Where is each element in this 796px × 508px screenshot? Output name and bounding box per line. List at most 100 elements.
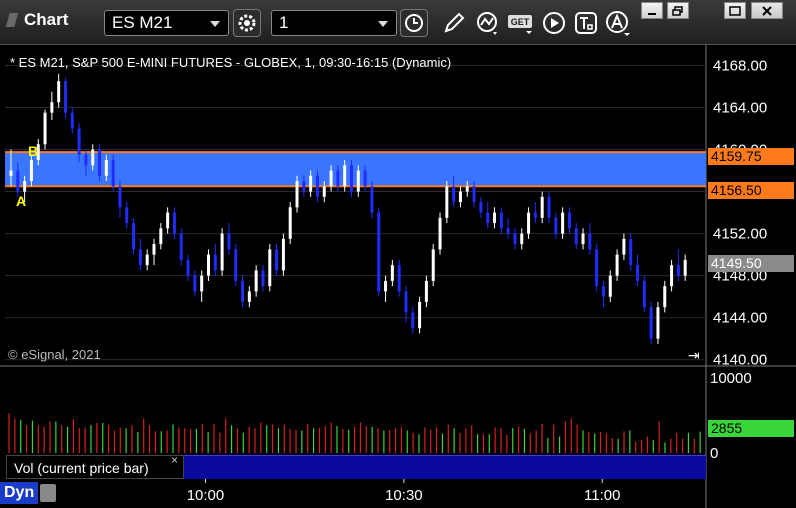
draw-tool-button[interactable] — [440, 9, 468, 37]
candle-body — [479, 202, 483, 213]
chevron-down-icon[interactable] — [378, 21, 388, 27]
lock-icon[interactable] — [40, 484, 57, 502]
candle-body — [547, 196, 551, 218]
time-tick-label: 10:00 — [187, 487, 225, 504]
candle-body — [23, 181, 27, 192]
candle-body — [213, 254, 217, 271]
volume-value-tag: 2855 — [708, 420, 794, 437]
candle-body — [70, 112, 74, 129]
window-title-text: Chart — [24, 10, 69, 29]
candle-body — [63, 81, 67, 113]
volume-tick-label: 0 — [710, 445, 718, 462]
candle-body — [9, 170, 13, 176]
candle-body — [513, 233, 517, 245]
candle-body — [145, 254, 149, 266]
candle-body — [493, 212, 497, 224]
candle-body — [220, 233, 224, 271]
candle-body — [343, 165, 347, 187]
candle-body — [438, 217, 442, 250]
get-data-button[interactable]: GET — [507, 9, 535, 37]
candle-body — [642, 280, 646, 308]
price-tick-label: 4140.00 — [713, 352, 767, 369]
symbol-value: ES M21 — [112, 13, 173, 32]
volume-pane-close-icon[interactable]: × — [171, 453, 178, 467]
candle-body — [567, 212, 571, 229]
close-icon — [762, 5, 772, 16]
candle-body — [336, 170, 340, 187]
candle-body — [186, 259, 190, 276]
candle-body — [241, 280, 245, 302]
time-tick-label: 10:30 — [385, 487, 423, 504]
candle-body — [540, 196, 544, 218]
maximize-button[interactable] — [724, 2, 746, 19]
text-icon — [575, 12, 597, 34]
settings-button[interactable] — [233, 9, 261, 37]
candle-body — [309, 175, 313, 192]
minimize-button[interactable] — [641, 2, 663, 19]
candle-body — [683, 259, 687, 276]
close-button[interactable] — [751, 2, 783, 19]
candle-body — [520, 233, 524, 245]
chevron-down-icon[interactable] — [210, 21, 220, 27]
candle-body — [486, 212, 490, 224]
candle-body — [370, 186, 374, 213]
candle-body — [302, 181, 306, 192]
candle-body — [676, 265, 680, 276]
candle-body — [234, 249, 238, 281]
candle-body — [465, 186, 469, 192]
scroll-to-end-icon[interactable]: ⇥ — [688, 347, 700, 364]
chart-plot[interactable]: 4168.004164.004160.004156.004152.004148.… — [0, 45, 796, 508]
candle-body — [622, 238, 626, 255]
candle-body — [404, 291, 408, 313]
candle-body — [418, 301, 422, 329]
candle-body — [636, 265, 640, 281]
candle-body — [445, 186, 449, 218]
restore-button[interactable] — [667, 2, 689, 19]
band-lower-price-tag: 4156.50 — [708, 182, 794, 199]
get-icon: GET — [508, 15, 532, 34]
candle-body — [261, 270, 265, 287]
candle-body — [554, 217, 558, 234]
pencil-icon — [444, 12, 465, 33]
candle-body — [132, 223, 136, 250]
candle-body — [377, 212, 381, 292]
candle-body — [588, 233, 592, 250]
candle-body — [329, 170, 333, 187]
copyright-text: © eSignal, 2021 — [8, 347, 101, 362]
candle-body — [601, 286, 605, 297]
candle-body — [527, 212, 531, 234]
symbol-combobox[interactable]: ES M21 — [104, 10, 229, 36]
text-tool-button[interactable] — [572, 9, 600, 37]
candle-body — [268, 249, 272, 287]
candle-body — [629, 238, 633, 266]
price-tick-label: 4152.00 — [713, 226, 767, 243]
candle-body — [431, 249, 435, 281]
settings-icon — [238, 14, 256, 32]
esignal-logo-icon — [6, 13, 18, 27]
candle-body — [275, 249, 279, 271]
play-button[interactable] — [540, 9, 568, 37]
alert-icon — [606, 11, 630, 36]
candle-body — [200, 275, 204, 292]
restore-icon — [672, 5, 683, 16]
chart-toolbar: Chart ES M21 1 GET — [0, 0, 796, 45]
time-tick-label: 11:00 — [584, 487, 620, 504]
band-upper-price-tag: 4159.75 — [708, 148, 794, 165]
time-template-button[interactable] — [400, 9, 428, 37]
alert-button[interactable] — [604, 9, 632, 37]
candle-body — [206, 254, 210, 276]
candle-body — [98, 149, 102, 176]
interval-combobox[interactable]: 1 — [271, 10, 397, 36]
candle-body — [111, 160, 115, 187]
volume-pane-titlebar[interactable] — [184, 455, 706, 479]
volume-tick-label: 10000 — [710, 370, 752, 387]
marker-b: B — [28, 143, 39, 159]
studies-button[interactable] — [474, 9, 502, 37]
candle-body — [193, 275, 197, 292]
chart-area[interactable]: 4168.004164.004160.004156.004152.004148.… — [0, 45, 796, 508]
candle-body — [649, 307, 653, 339]
candle-body — [227, 233, 231, 250]
dynamic-mode-label: Dyn — [0, 482, 39, 504]
candle-body — [608, 275, 612, 297]
dynamic-mode[interactable]: Dyn — [0, 482, 57, 504]
